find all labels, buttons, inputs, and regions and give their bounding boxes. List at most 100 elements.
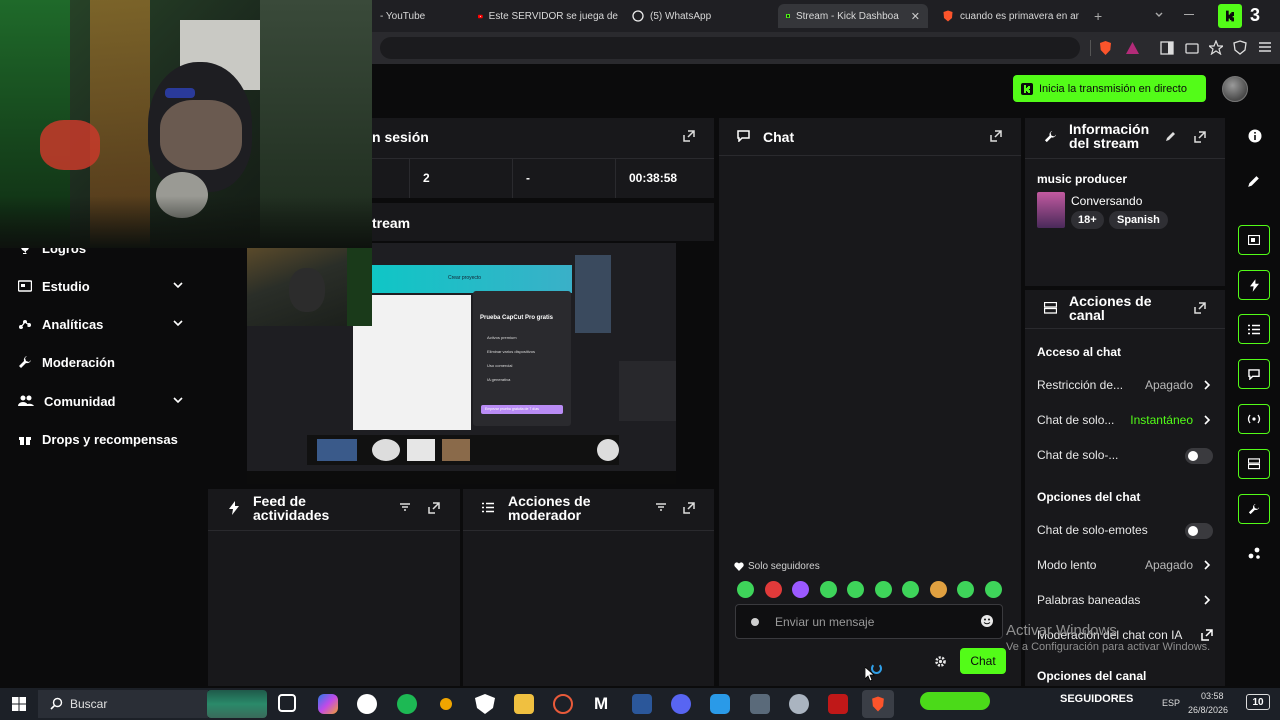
sidebar-list-button[interactable] [1238,314,1270,344]
calculator-icon[interactable] [750,694,770,714]
chat-access-heading: Acceso al chat [1037,345,1122,359]
task-view-icon[interactable] [278,694,296,712]
emote-icon[interactable] [764,581,782,598]
emote-icon[interactable] [929,581,947,598]
file-explorer-icon[interactable] [514,694,534,714]
sidebar-server-button[interactable] [1238,449,1270,479]
widgets-icon[interactable] [1248,547,1261,560]
activate-windows-subtitle: Ve a Configuración para activar Windows. [1006,641,1211,653]
nav-label: Estudio [42,278,90,294]
notifications-badge[interactable]: 10 [1246,694,1270,710]
nav-item-moderacion[interactable]: Moderación [18,352,115,372]
close-tab-icon[interactable]: ✕ [911,10,920,23]
new-tab-button[interactable]: + [1094,8,1102,24]
emote-icon[interactable] [819,581,837,598]
divider [463,530,714,531]
settings-row[interactable]: Chat de solo... Instantáneo [1037,413,1215,431]
tag-badge: Spanish [1109,211,1168,229]
settings-row[interactable]: Modo lento Apagado [1037,558,1215,576]
media-strip [307,435,619,465]
aurora-widget[interactable] [207,690,267,718]
nav-item-estudio[interactable]: Estudio [18,276,183,296]
expand-icon[interactable] [990,130,1002,142]
row-value: Instantáneo [1130,413,1193,427]
tab-youtube-2[interactable]: Este SERVIDOR se juega de [478,4,618,28]
tab-kick-dashboard[interactable]: Stream - Kick Dashboa ✕ [778,4,928,28]
nav-label: Moderación [42,354,115,370]
minimize-icon[interactable] [1184,14,1194,15]
emote-icon[interactable] [737,581,754,598]
nav-item-analiticas[interactable]: Analíticas [18,314,183,334]
chevron-down-icon[interactable] [1154,10,1164,20]
emote-icon[interactable] [902,581,919,598]
go-live-button[interactable]: Inicia la transmisión en directo [1013,75,1206,102]
kick-extension-icon[interactable] [1218,4,1242,28]
brave-shield-icon[interactable] [1098,40,1113,56]
chat-bubble-icon [737,130,750,142]
vpn-shield-icon[interactable] [1233,40,1247,55]
expand-icon[interactable] [683,502,695,514]
expand-icon[interactable] [1194,302,1206,314]
chevron-down-icon[interactable] [172,279,184,291]
send-chat-button[interactable]: Chat [960,648,1006,674]
app-icon[interactable] [440,698,452,710]
sidebar-broadcast-button[interactable] [1238,404,1270,434]
toggle-switch[interactable] [1185,448,1213,464]
expand-icon[interactable] [683,130,695,142]
clock-time[interactable]: 03:58 [1201,691,1224,701]
emote-icon[interactable] [957,581,974,598]
app-icon-2[interactable] [789,694,809,714]
avatar[interactable] [1222,76,1248,102]
discord-icon[interactable] [671,694,691,714]
filter-icon[interactable] [655,502,667,512]
settings-row[interactable]: Palabras baneadas [1037,593,1215,611]
emoji-icon[interactable] [980,614,994,628]
app-icon-3[interactable] [828,694,848,714]
expand-icon[interactable] [428,502,440,514]
sidebar-lightning-button[interactable] [1238,270,1270,300]
emote-icon[interactable] [792,581,809,598]
gear-icon[interactable] [934,655,947,668]
menu-icon[interactable] [1258,40,1272,54]
brave-rewards-icon[interactable] [1126,42,1139,54]
expand-icon[interactable] [1194,131,1206,143]
emote-icon[interactable] [984,581,1002,598]
taskbar-search[interactable]: Buscar [38,690,208,718]
obs-icon[interactable] [357,694,377,714]
info-icon[interactable] [1248,129,1262,143]
tab-youtube[interactable]: - YouTube [380,4,470,28]
url-input[interactable] [380,37,1080,59]
tab-search[interactable]: cuando es primavera en ar [942,4,1082,28]
spotify-icon[interactable] [397,694,417,714]
nav-item-comunidad[interactable]: Comunidad [18,391,183,411]
sidebar-wrench-button[interactable] [1238,494,1270,524]
kick-badge-count: 3 [1250,5,1261,25]
word-icon[interactable] [632,694,652,714]
search-icon [50,697,63,710]
chat-message-input[interactable]: Enviar un mensaje [735,604,1003,639]
copilot-icon[interactable] [318,694,338,714]
sidebar-chat-button[interactable] [1238,359,1270,389]
sidebar-video-button[interactable] [1238,225,1270,255]
edit-icon[interactable] [1247,175,1260,188]
sidebar-toggle-icon[interactable] [1160,41,1174,55]
brave-taskbar-button[interactable] [862,690,894,718]
wallet-icon[interactable] [1185,41,1199,55]
chevron-down-icon[interactable] [172,394,184,406]
filter-icon[interactable] [399,502,411,512]
nav-item-drops[interactable]: Drops y recompensas [18,429,178,449]
edit-icon[interactable] [1165,131,1176,142]
store-icon[interactable] [710,694,730,714]
settings-row[interactable]: Restricción de... Apagado [1037,378,1215,396]
language-indicator[interactable]: ESP [1162,698,1180,708]
media-player-icon[interactable] [553,694,573,714]
extensions-icon[interactable] [1209,40,1223,55]
clock-date[interactable]: 26/8/2026 [1188,705,1228,715]
windows-start-icon[interactable] [12,697,26,711]
emote-icon[interactable] [874,581,892,598]
toggle-switch[interactable] [1185,523,1213,539]
emote-icon[interactable] [847,581,864,598]
tab-whatsapp[interactable]: (5) WhatsApp [632,4,772,28]
m-app-icon[interactable]: M [594,694,608,714]
chevron-down-icon[interactable] [172,317,184,329]
